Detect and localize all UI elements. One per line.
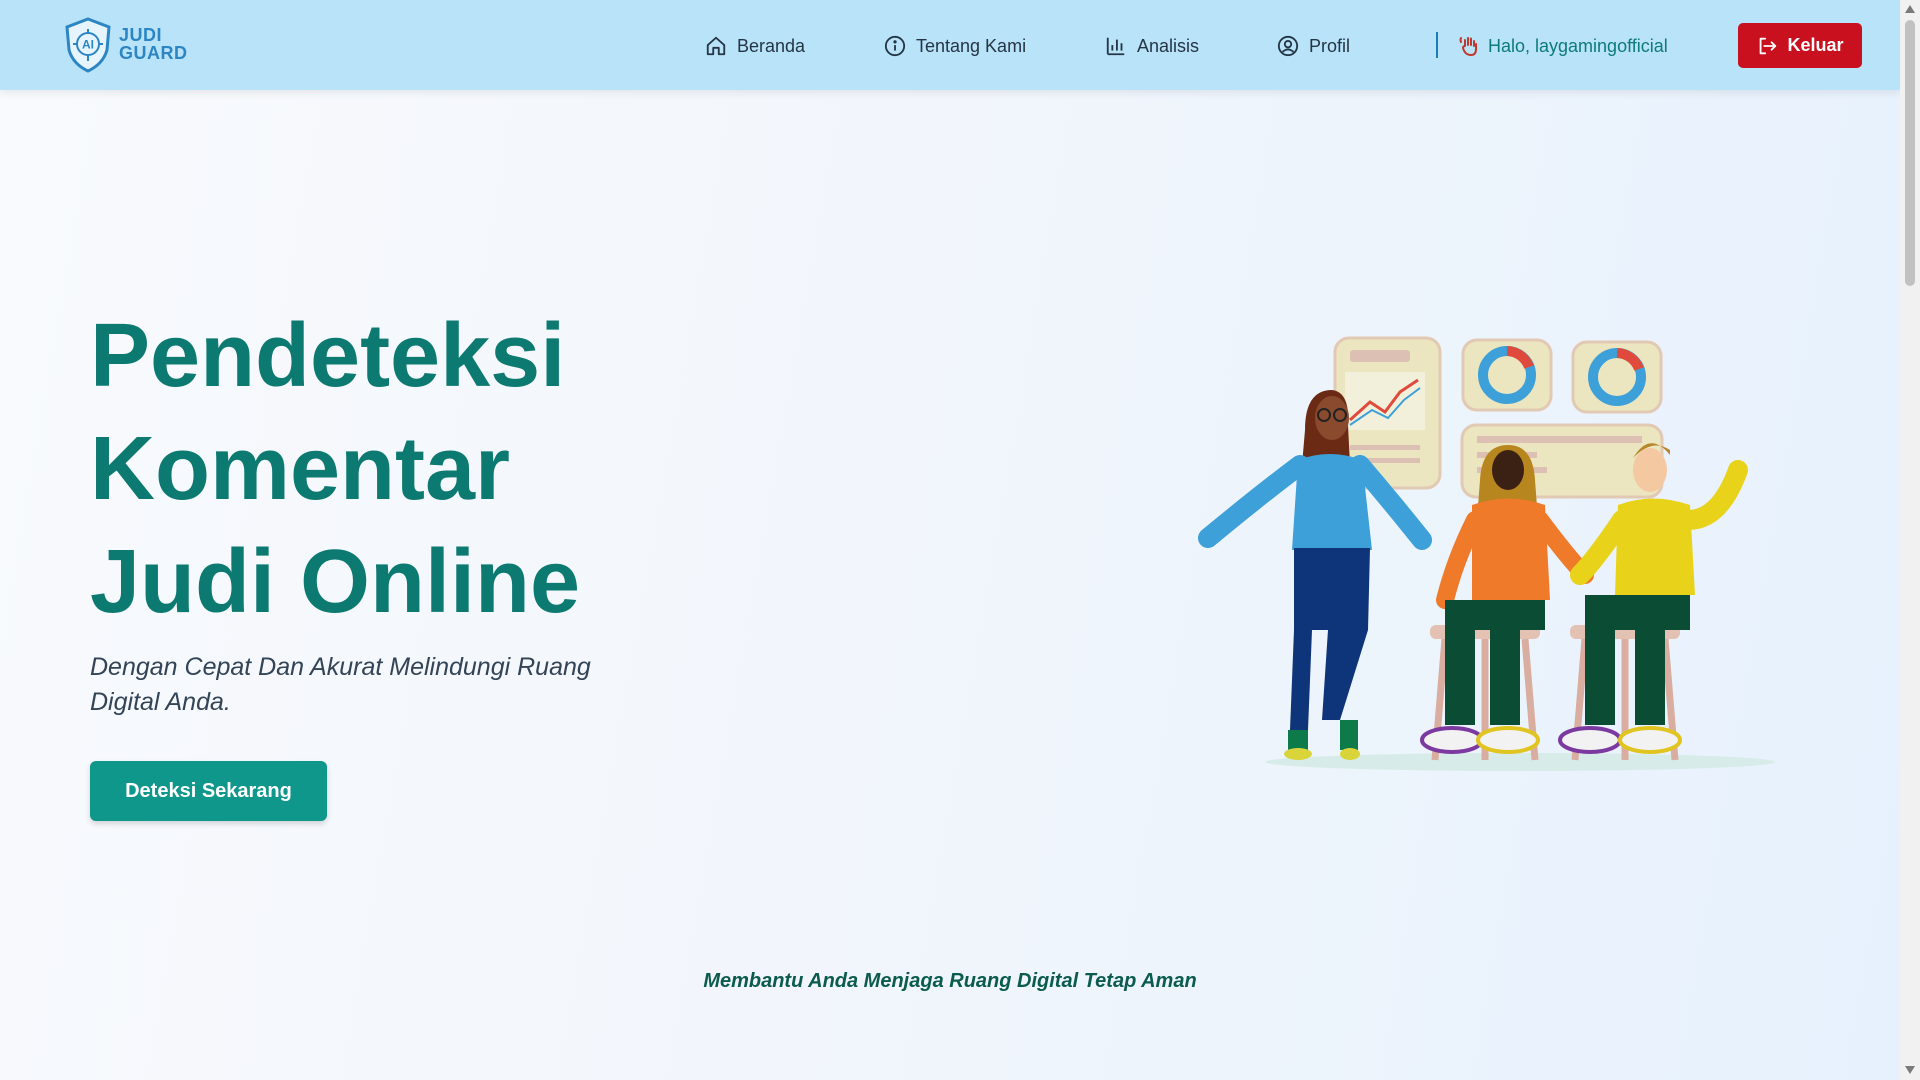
greeting-text: Halo, laygamingofficial (1488, 35, 1668, 56)
home-icon (706, 36, 726, 56)
tagline: Membantu Anda Menjaga Ruang Digital Teta… (703, 970, 1197, 992)
hero-title: Pendeteksi Komentar Judi Online (90, 300, 710, 639)
navbar: AI JUDI GUARD Beranda Tentang Kami Anali… (0, 0, 1900, 90)
nav-item-tentang-kami[interactable]: Tentang Kami (884, 30, 1026, 62)
hero-title-line: Komentar (90, 419, 511, 519)
nav-item-label: Beranda (737, 35, 806, 56)
brand-name-line1: JUDI (119, 25, 163, 45)
nav-item-beranda[interactable]: Beranda (705, 30, 805, 62)
hero-title-line: Judi Online (90, 532, 581, 632)
nav-item-label: Analisis (1137, 35, 1200, 56)
nav-item-label: Profil (1309, 35, 1351, 56)
nav-divider (1436, 32, 1438, 58)
page-scrollbar[interactable] (1900, 0, 1920, 1080)
hero-title-line: Pendeteksi (90, 306, 566, 406)
brand-name: JUDI GUARD (119, 26, 188, 62)
user-greeting: Halo, laygamingofficial (1458, 30, 1668, 62)
scroll-down-icon[interactable] (1905, 1066, 1915, 1074)
shield-circuit-icon: AI (65, 17, 111, 73)
hero-subtitle: Dengan Cepat Dan Akurat Melindungi Ruang… (90, 653, 591, 716)
waving-hand-icon (1459, 37, 1477, 56)
scroll-thumb[interactable] (1905, 20, 1915, 286)
detect-now-button[interactable]: Deteksi Sekarang (90, 761, 327, 821)
hero-illustration (1198, 336, 1775, 771)
user-circle-icon (1277, 35, 1299, 57)
bar-chart-icon (1106, 37, 1125, 56)
brand-name-line2: GUARD (119, 43, 188, 63)
logout-label: Keluar (1787, 35, 1844, 55)
info-icon (884, 35, 906, 57)
logout-icon (1760, 37, 1777, 54)
nav-item-analisis[interactable]: Analisis (1105, 30, 1199, 62)
nav-item-label: Tentang Kami (916, 35, 1027, 56)
logout-button[interactable]: Keluar (1738, 23, 1862, 68)
scroll-up-icon[interactable] (1905, 5, 1915, 13)
brand-logo[interactable]: AI JUDI GUARD (63, 16, 187, 76)
logo-mark: AI (82, 38, 94, 52)
nav-item-profil[interactable]: Profil (1277, 30, 1350, 62)
